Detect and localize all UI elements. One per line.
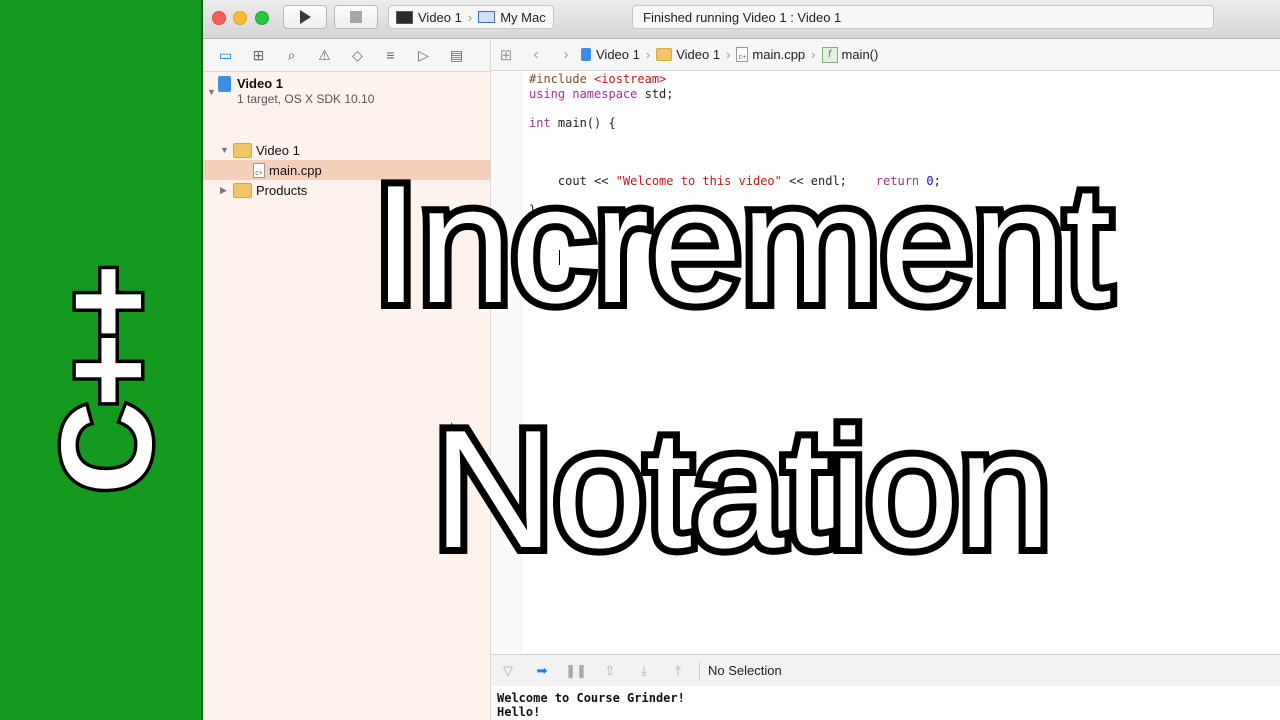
breakpoint-icon[interactable]: ▷ xyxy=(414,46,433,65)
crumb-project[interactable]: Video 1 xyxy=(581,47,640,62)
preprocessor-token: #include xyxy=(529,72,595,86)
chevron-right-icon: › xyxy=(645,47,651,62)
test-icon[interactable]: ◇ xyxy=(348,46,367,65)
jump-bar: ⊞ ‹ › Video 1 › Video 1 › c+ main.cpp › … xyxy=(491,39,1280,71)
crumb-label: Video 1 xyxy=(596,47,640,62)
header-token: <iostream> xyxy=(594,72,667,86)
project-icon xyxy=(218,76,231,92)
function-icon: f xyxy=(821,46,838,63)
minimize-window-button[interactable] xyxy=(233,11,247,25)
project-icon xyxy=(581,48,591,61)
video-title-line1: Increment xyxy=(366,150,1119,338)
activity-status: Finished running Video 1 : Video 1 xyxy=(632,5,1214,29)
project-subtitle: 1 target, OS X SDK 10.10 xyxy=(237,92,375,106)
selection-label: No Selection xyxy=(708,663,782,678)
status-text: Finished running Video 1 : Video 1 xyxy=(643,9,842,25)
video-title-line2: Notation xyxy=(426,395,1059,583)
keyword-token: using namespace xyxy=(529,86,638,101)
debug-icon[interactable]: ≡ xyxy=(381,46,400,65)
navigator-tabs: ▭ ⊞ ⌕ ⚠ ◇ ≡ ▷ ▤ xyxy=(203,39,490,72)
scheme-device: My Mac xyxy=(500,9,546,25)
crumb-label: main() xyxy=(841,47,879,62)
debug-bar: ▽ ➡ ❚❚ ⇧ ⤓ ⤒ No Selection xyxy=(491,654,1280,686)
course-brand-strip: C++ xyxy=(0,0,203,720)
scheme-selector[interactable]: Video 1 › My Mac xyxy=(388,5,554,29)
back-arrow-icon[interactable]: ‹ xyxy=(521,46,551,63)
console-output[interactable]: Welcome to Course Grinder! Hello! xyxy=(491,686,1280,720)
cpp-logo: C++ xyxy=(33,267,183,498)
pause-icon[interactable]: ❚❚ xyxy=(559,663,593,679)
hide-debug-area-icon[interactable]: ▽ xyxy=(491,663,525,679)
code-line: int main() { xyxy=(529,116,616,130)
cpp-file-icon: c+ xyxy=(736,47,749,62)
close-window-button[interactable] xyxy=(212,11,226,25)
console-line: Welcome to Course Grinder! xyxy=(497,691,685,705)
stop-icon xyxy=(350,11,362,23)
chevron-right-icon: › xyxy=(726,47,731,62)
play-icon xyxy=(299,10,311,24)
forward-arrow-icon[interactable]: › xyxy=(551,46,581,63)
zoom-window-button[interactable] xyxy=(255,11,269,25)
hierarchy-icon[interactable]: ⊞ xyxy=(249,46,268,65)
chevron-right-icon: › xyxy=(811,47,816,62)
code-line: #include <iostream> xyxy=(529,72,666,86)
code-token: main() { xyxy=(550,115,616,130)
project-navigator: ▭ ⊞ ⌕ ⚠ ◇ ≡ ▷ ▤ ▼ Video 1 1 target, OS X… xyxy=(203,39,491,720)
crumb-function[interactable]: f main() xyxy=(821,46,879,63)
crumb-label: main.cpp xyxy=(752,47,806,62)
step-over-icon[interactable]: ⇧ xyxy=(593,663,627,679)
folder-icon[interactable]: ▭ xyxy=(216,46,235,65)
run-button[interactable] xyxy=(283,5,327,29)
step-into-icon[interactable]: ⤓ xyxy=(627,663,661,679)
disclosure-open-icon: ▼ xyxy=(220,145,229,155)
log-icon[interactable]: ▤ xyxy=(447,46,466,65)
separator xyxy=(699,661,700,680)
step-out-icon[interactable]: ⤒ xyxy=(661,663,695,679)
breakpoints-toggle-icon[interactable]: ➡ xyxy=(525,663,559,679)
warning-icon[interactable]: ⚠ xyxy=(315,46,334,65)
project-row[interactable]: ▼ Video 1 1 target, OS X SDK 10.10 xyxy=(203,74,490,110)
stop-button[interactable] xyxy=(334,5,378,29)
disclosure-open-icon: ▼ xyxy=(207,87,216,97)
file-badge: c+ xyxy=(738,54,747,61)
crumb-group[interactable]: Video 1 xyxy=(656,47,720,62)
scheme-target: Video 1 xyxy=(418,9,462,25)
console-line: Hello! xyxy=(497,705,541,719)
chevron-right-icon: › xyxy=(467,9,473,25)
code-line: using namespace std; xyxy=(529,87,674,101)
code-token: std; xyxy=(637,86,674,101)
project-name: Video 1 xyxy=(237,76,284,91)
related-items-icon[interactable]: ⊞ xyxy=(491,46,521,64)
group-name: Video 1 xyxy=(256,142,300,158)
window-toolbar: Video 1 › My Mac Finished running Video … xyxy=(203,0,1280,39)
xcode-window: Video 1 › My Mac Finished running Video … xyxy=(203,0,1280,720)
crumb-file[interactable]: c+ main.cpp xyxy=(736,47,805,62)
mac-icon xyxy=(478,11,496,23)
folder-icon xyxy=(656,48,673,61)
crumb-label: Video 1 xyxy=(676,47,721,62)
search-icon[interactable]: ⌕ xyxy=(282,46,301,65)
keyword-token: int xyxy=(529,115,551,130)
folder-icon xyxy=(233,142,252,158)
terminal-icon xyxy=(396,10,413,24)
